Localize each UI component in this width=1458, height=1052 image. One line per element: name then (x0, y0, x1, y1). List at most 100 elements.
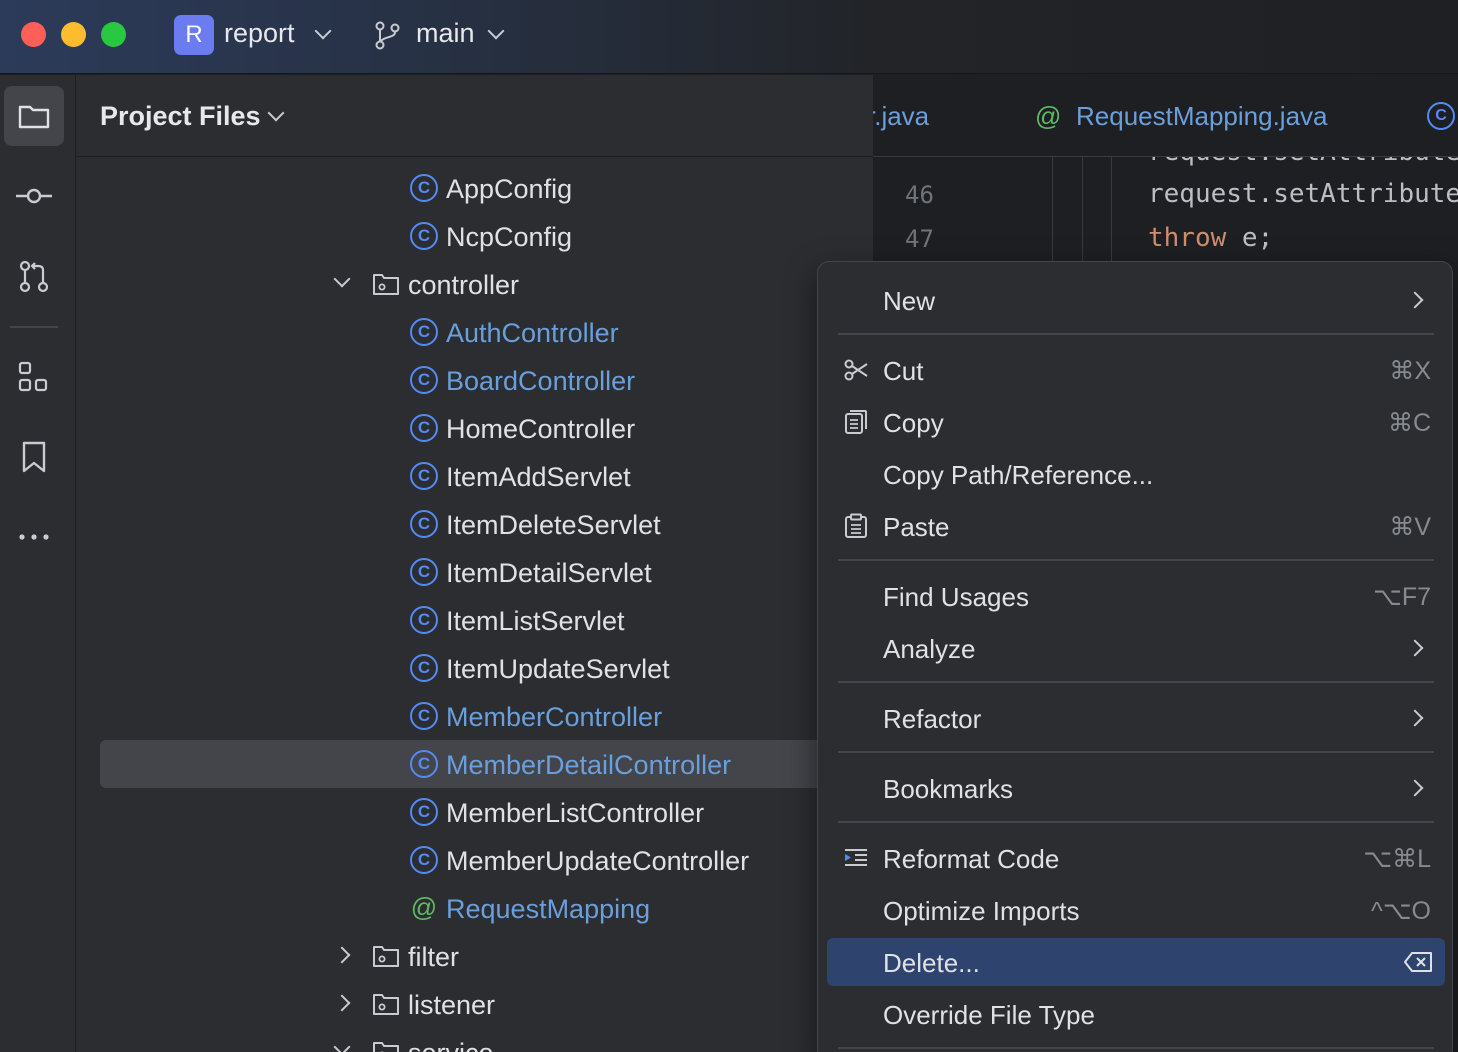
menu-item-analyze[interactable]: Analyze (827, 624, 1445, 672)
class-icon: C (410, 366, 438, 394)
menu-separator (838, 333, 1434, 335)
tree-file-row[interactable]: C HomeController (76, 404, 873, 452)
chevron-right-icon[interactable] (333, 946, 351, 964)
project-panel-title[interactable]: Project Files (100, 101, 261, 132)
tree-file-row[interactable]: C ItemAddServlet (76, 452, 873, 500)
tree-folder-row[interactable]: filter (76, 932, 873, 980)
menu-shortcut: ⌘C (1387, 409, 1431, 437)
menu-item-find-usages[interactable]: Find Usages ⌥F7 (827, 572, 1445, 620)
minimize-window-button[interactable] (61, 22, 86, 47)
menu-item-label: Copy (883, 408, 944, 438)
tree-folder-label: service (408, 1038, 494, 1052)
tree-file-label: ItemAddServlet (446, 462, 631, 492)
project-chevron-down-icon[interactable] (314, 22, 332, 40)
menu-item-label: Paste (883, 512, 950, 542)
package-folder-icon (373, 274, 399, 295)
tree-file-row[interactable]: C NcpConfig (76, 212, 873, 260)
chevron-right-icon[interactable] (333, 994, 351, 1012)
tree-file-row[interactable]: C ItemListServlet (76, 596, 873, 644)
scissors-icon (844, 359, 868, 381)
code-line[interactable]: request.setAttribute( (1148, 179, 1458, 209)
project-panel: Project Files C AppConfig C NcpConfig contro… (76, 75, 873, 1052)
menu-item-delete[interactable]: Delete... (827, 938, 1445, 986)
tree-folder-label: filter (408, 942, 460, 972)
pull-requests-tool-button[interactable] (4, 246, 64, 306)
tree-file-label: MemberDetailController (446, 750, 732, 780)
panel-title-chevron-down-icon[interactable] (267, 104, 285, 122)
reformat-icon (845, 849, 867, 866)
commit-tool-button[interactable] (4, 166, 64, 226)
tree-folder-row[interactable]: service (76, 1028, 873, 1052)
bookmarks-tool-button[interactable] (4, 427, 64, 487)
project-badge[interactable]: R (174, 15, 214, 55)
branch-selector[interactable]: main (416, 18, 475, 49)
menu-item-reformat-code[interactable]: Reformat Code ⌥⌘L (827, 834, 1445, 882)
editor-tab-bar: r.java @ RequestMapping.java C (873, 75, 1458, 157)
tree-file-row[interactable]: C BoardController (76, 356, 873, 404)
branch-icon[interactable] (373, 20, 403, 50)
tree-file-row[interactable]: C ItemDeleteServlet (76, 500, 873, 548)
more-tool-windows-button[interactable] (4, 507, 64, 567)
menu-item-new[interactable]: New (827, 276, 1445, 324)
menu-shortcut: ^⌥O (1371, 897, 1431, 925)
chevron-down-icon[interactable] (333, 1038, 351, 1052)
class-icon: C (410, 606, 438, 634)
keyword-token: throw (1148, 223, 1227, 253)
structure-icon (18, 361, 48, 392)
menu-item-copy-path[interactable]: Copy Path/Reference... (827, 450, 1445, 498)
project-tool-button[interactable] (4, 86, 64, 146)
tree-file-row[interactable]: C ItemDetailServlet (76, 548, 873, 596)
structure-tool-button[interactable] (4, 347, 64, 407)
menu-separator (838, 1047, 1434, 1049)
class-icon: C (410, 798, 438, 826)
code-line[interactable]: throw e; (1148, 223, 1273, 253)
tool-window-strip (0, 75, 76, 1052)
menu-separator (838, 681, 1434, 683)
menu-item-optimize-imports[interactable]: Optimize Imports ^⌥O (827, 886, 1445, 934)
project-selector[interactable]: report (224, 18, 295, 49)
class-icon: C (410, 414, 438, 442)
editor-tab-2[interactable]: RequestMapping.java (1076, 101, 1328, 132)
menu-item-cut[interactable]: Cut ⌘X (827, 346, 1445, 394)
tree-file-label: HomeController (446, 414, 636, 444)
tree-file-row[interactable]: @ RequestMapping (76, 884, 873, 932)
title-bar: R report main (0, 0, 1458, 74)
tree-file-label: AuthController (446, 318, 619, 348)
tree-file-row[interactable]: C MemberController (76, 692, 873, 740)
package-folder-icon (373, 1042, 399, 1052)
toolstrip-divider (10, 326, 58, 328)
tree-file-row[interactable]: C MemberUpdateController (76, 836, 873, 884)
editor-tab-1[interactable]: r.java (873, 101, 929, 132)
menu-item-bookmarks[interactable]: Bookmarks (827, 764, 1445, 812)
bookmark-icon (22, 441, 46, 473)
code-token: e; (1226, 223, 1274, 253)
tree-file-row[interactable]: C AuthController (76, 308, 873, 356)
annotation-icon: @ (410, 892, 438, 922)
menu-item-label: Copy Path/Reference... (883, 460, 1154, 490)
class-icon: C (410, 558, 438, 586)
menu-item-label: Find Usages (883, 582, 1029, 612)
project-panel-header: Project Files (76, 75, 873, 157)
menu-item-override-file-type[interactable]: Override File Type (827, 990, 1445, 1038)
zoom-window-button[interactable] (101, 22, 126, 47)
tree-folder-row[interactable]: controller (76, 260, 873, 308)
chevron-down-icon[interactable] (333, 270, 351, 288)
tree-file-row[interactable]: C ItemUpdateServlet (76, 644, 873, 692)
menu-item-refactor[interactable]: Refactor (827, 694, 1445, 742)
menu-item-paste[interactable]: Paste ⌘V (827, 502, 1445, 550)
menu-item-label: Override File Type (883, 1000, 1095, 1030)
menu-item-copy[interactable]: Copy ⌘C (827, 398, 1445, 446)
menu-item-label: Delete... (883, 948, 980, 978)
tree-file-row[interactable]: C AppConfig (76, 164, 873, 212)
tree-file-row[interactable]: C MemberListController (76, 788, 873, 836)
tree-file-row[interactable]: C MemberDetailController (100, 740, 873, 788)
tree-folder-row[interactable]: listener (76, 980, 873, 1028)
close-window-button[interactable] (21, 22, 46, 47)
class-icon: C (410, 654, 438, 682)
tree-folder-label: listener (408, 990, 496, 1020)
branch-chevron-down-icon[interactable] (487, 22, 505, 40)
package-folder-icon (373, 946, 399, 967)
submenu-arrow-icon (1406, 779, 1424, 797)
menu-shortcut: ⌥F7 (1373, 583, 1431, 611)
menu-item-label: Analyze (883, 634, 976, 664)
